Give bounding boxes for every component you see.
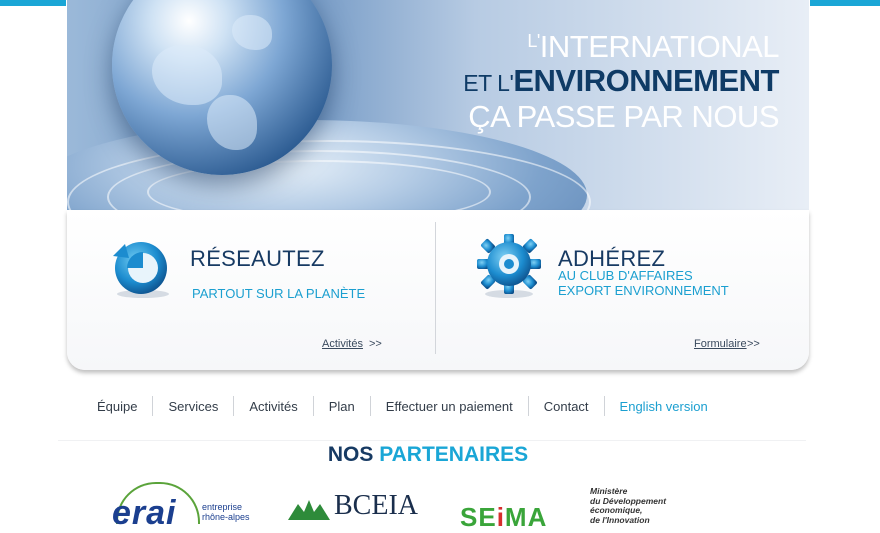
refresh-arrow-icon: [113, 242, 169, 298]
section-divider: [58, 440, 806, 441]
erai-logo[interactable]: erai: [112, 494, 177, 533]
adherez-subtitle-line-1: AU CLUB D'AFFAIRES: [558, 268, 693, 283]
reseautez-heading: RÉSEAUTEZ: [190, 246, 325, 271]
nav-item-equipe[interactable]: Équipe: [82, 399, 152, 414]
erai-logo-tagline: entreprise rhône-alpes: [202, 502, 250, 522]
nav-item-english-version[interactable]: English version: [605, 399, 723, 414]
activites-link[interactable]: Activités: [322, 338, 363, 350]
adherez-subtitle-line-2: EXPORT ENVIRONNEMENT: [558, 283, 729, 298]
nav-item-plan[interactable]: Plan: [314, 399, 370, 414]
banner-title: L'INTERNATIONAL ET L'ENVIRONNEMENT ÇA PA…: [463, 24, 779, 134]
top-accent-bar-left: [0, 0, 66, 6]
panel-adherez: ADHÉREZ AU CLUB D'AFFAIRES EXPORT ENVIRO…: [437, 210, 807, 370]
nav-item-paiement[interactable]: Effectuer un paiement: [371, 399, 528, 414]
nav-item-contact[interactable]: Contact: [529, 399, 604, 414]
banner-line-1: L'INTERNATIONAL: [527, 29, 779, 64]
seima-logo[interactable]: SEiMA: [460, 502, 547, 533]
feature-panels: RÉSEAUTEZ PARTOUT SUR LA PLANÈTE Activit…: [67, 210, 809, 370]
partners-title: NOS PARTENAIRES: [327, 443, 529, 466]
globe-continent: [232, 15, 272, 50]
gear-icon: [477, 234, 541, 298]
globe-continent: [152, 45, 222, 105]
nav-item-activites[interactable]: Activités: [234, 399, 312, 414]
formulaire-link[interactable]: Formulaire: [694, 338, 747, 350]
hero-banner: L'INTERNATIONAL ET L'ENVIRONNEMENT ÇA PA…: [67, 0, 809, 210]
bceia-emblem-icon: [288, 500, 330, 520]
activites-arrow: >>: [369, 338, 382, 350]
globe-continent: [207, 95, 257, 150]
banner-line-2: ET L'ENVIRONNEMENT: [463, 63, 779, 98]
panel-reseautez: RÉSEAUTEZ PARTOUT SUR LA PLANÈTE Activit…: [67, 210, 437, 370]
top-accent-bar-right: [810, 0, 880, 6]
formulaire-arrow: >>: [747, 338, 760, 350]
banner-line-3: ÇA PASSE PAR NOUS: [468, 99, 779, 134]
bceia-logo[interactable]: BCEIA: [334, 490, 418, 522]
ministere-logo[interactable]: Ministère du Développement économique, d…: [590, 486, 666, 525]
footer-nav: Équipe Services Activités Plan Effectuer…: [82, 396, 723, 416]
reseautez-subtitle: PARTOUT SUR LA PLANÈTE: [192, 286, 366, 301]
nav-item-services[interactable]: Services: [153, 399, 233, 414]
